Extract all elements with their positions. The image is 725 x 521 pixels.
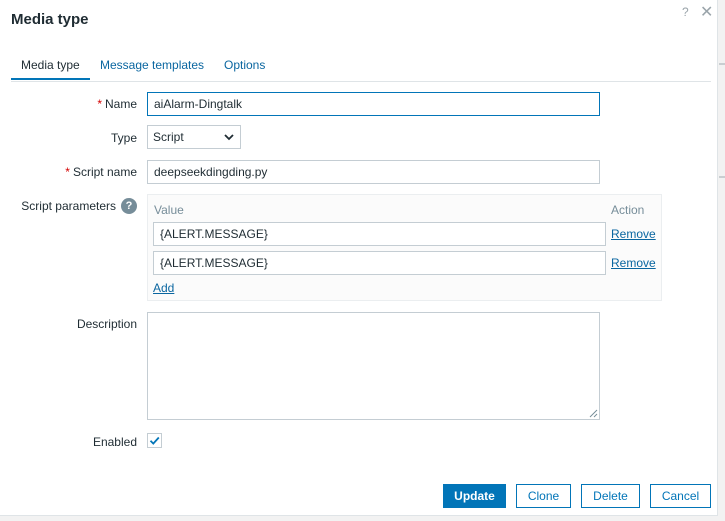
background-divider [719, 63, 725, 65]
type-label: Type [110, 131, 137, 145]
clone-button[interactable]: Clone [516, 484, 571, 508]
background-divider [719, 176, 725, 178]
cancel-button[interactable]: Cancel [650, 484, 711, 508]
script-name-input[interactable] [147, 160, 600, 184]
parameter-input-1[interactable] [153, 222, 606, 246]
media-type-dialog: Media type ? ✕ Media type Message templa… [0, 0, 718, 516]
required-marker: * [97, 97, 102, 111]
description-label: Description [76, 317, 137, 331]
background-strip [718, 0, 725, 521]
script-name-label-text: Script name [72, 165, 137, 179]
name-label-text: Name [104, 97, 137, 111]
resize-grip-icon[interactable] [589, 409, 598, 418]
parameter-input-2[interactable] [153, 251, 606, 275]
enabled-label: Enabled [92, 435, 137, 449]
help-icon[interactable]: ? [682, 5, 689, 19]
description-textarea[interactable] [147, 312, 600, 420]
script-name-label: * Script name [30, 165, 137, 179]
delete-button[interactable]: Delete [581, 484, 640, 508]
add-parameter-link[interactable]: Add [153, 281, 174, 295]
script-parameters-table: Value Action [147, 194, 662, 301]
column-header-action: Action [611, 203, 645, 217]
remove-parameter-link-1[interactable]: Remove [611, 227, 656, 241]
type-select-value: Script [153, 130, 184, 144]
script-parameters-label: Script parameters [21, 199, 116, 213]
checkmark-icon [149, 436, 160, 445]
tab-media-type[interactable]: Media type [11, 50, 90, 80]
tab-bar: Media type Message templates Options [11, 50, 711, 82]
close-icon[interactable]: ✕ [700, 2, 713, 22]
name-input[interactable] [147, 92, 600, 116]
required-marker: * [65, 165, 70, 179]
update-button[interactable]: Update [443, 484, 506, 508]
column-header-value: Value [154, 203, 184, 217]
dialog-title: Media type [11, 11, 89, 28]
chevron-down-icon [224, 134, 234, 141]
enabled-checkbox[interactable] [147, 433, 162, 448]
type-select[interactable]: Script [147, 125, 241, 149]
name-label: * Name [40, 97, 137, 111]
tab-options[interactable]: Options [224, 50, 265, 80]
remove-parameter-link-2[interactable]: Remove [611, 256, 656, 270]
question-icon[interactable]: ? [121, 198, 137, 214]
tab-message-templates[interactable]: Message templates [100, 50, 204, 80]
